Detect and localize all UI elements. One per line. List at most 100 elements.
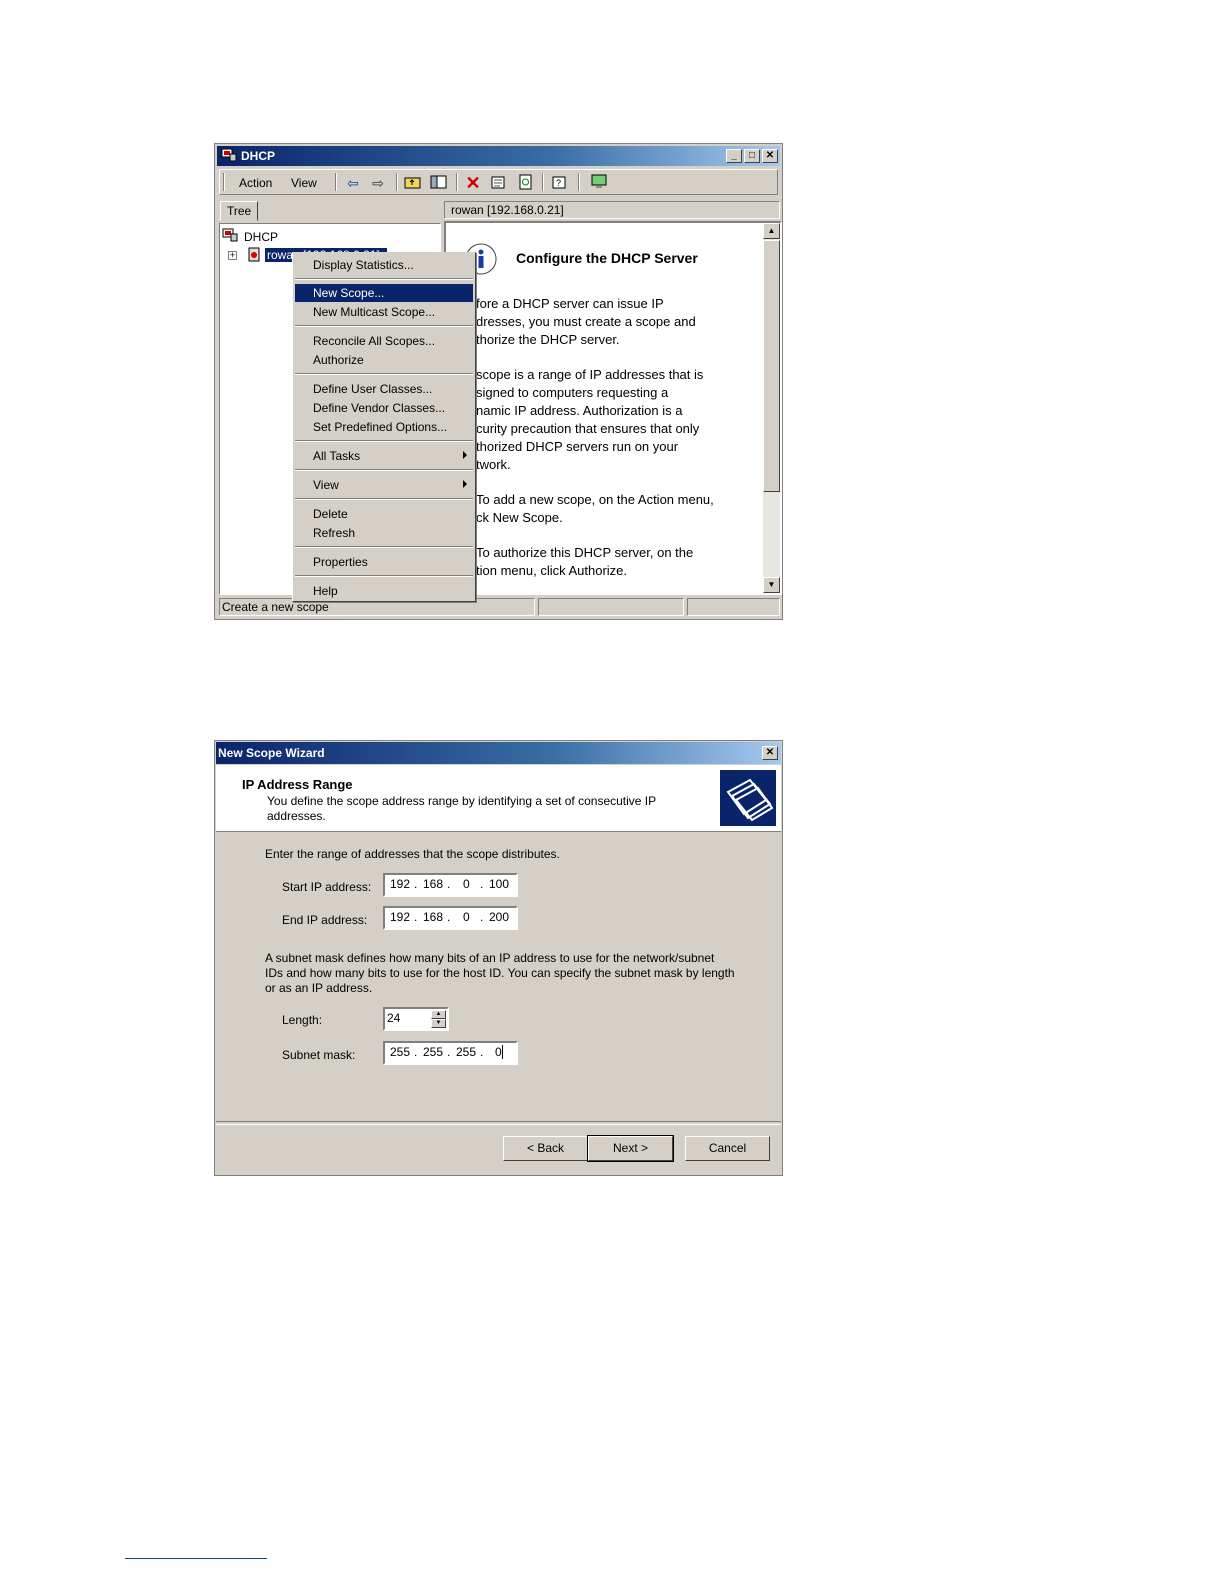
menu-action[interactable]: Action [239,176,272,190]
ip-dot: . [480,910,484,924]
dhcp-title-bar[interactable]: DHCP _ □ ✕ [217,146,780,166]
scroll-thumb[interactable] [763,240,780,492]
menu-separator [295,440,473,442]
dhcp-toolbar: Action View ⇦ ⇨ ✕ ? [219,169,778,195]
ip-octet: 100 [489,877,510,891]
subnet-mask-label: Subnet mask: [282,1048,356,1062]
start-ip-label: Start IP address: [282,880,372,894]
next-button[interactable]: Next > [587,1135,674,1162]
spin-up-icon[interactable]: ▲ [431,1010,446,1019]
start-ip-input[interactable]: 192 . 168 . 0 . 100 [383,873,518,897]
end-ip-input[interactable]: 192 . 168 . 0 . 200 [383,906,518,930]
menu-separator [295,325,473,327]
length-value: 24 [387,1011,401,1025]
subnet-mask-input[interactable]: 255 . 255 . 255 . 0 [383,1041,518,1065]
spin-down-icon[interactable]: ▼ [431,1019,446,1028]
close-button[interactable]: ✕ [762,149,778,163]
tree-tab[interactable]: Tree [220,201,258,221]
menu-item-view[interactable]: View [295,476,473,494]
show-hide-tree-icon[interactable] [430,174,448,192]
context-menu: Display Statistics... New Scope... New M… [292,252,476,602]
menu-item-all-tasks[interactable]: All Tasks [295,447,473,465]
wizard-subheading: You define the scope address range by id… [267,794,656,823]
menu-item-refresh[interactable]: Refresh [295,524,473,542]
info-paragraph: scope is a range of IP addresses that is… [476,367,704,472]
menu-item-delete[interactable]: Delete [295,505,473,523]
ip-dot: . [414,1045,418,1059]
up-folder-icon[interactable] [404,174,422,192]
menu-item-set-predefined-options[interactable]: Set Predefined Options... [295,418,473,436]
wizard-header: IP Address Range You define the scope ad… [216,765,781,832]
maximize-button[interactable]: □ [744,149,760,163]
cancel-button[interactable]: Cancel [685,1136,770,1161]
vertical-scrollbar[interactable]: ▲ ▼ [763,223,780,593]
scroll-up-icon[interactable]: ▲ [763,223,780,239]
help-icon[interactable]: ? [550,174,568,192]
back-arrow-icon[interactable]: ⇦ [344,174,362,192]
details-header: rowan [192.168.0.21] [444,201,780,219]
wizard-title-bar[interactable]: New Scope Wizard ✕ [216,742,781,764]
ip-dot: . [447,1045,451,1059]
menu-separator [295,373,473,375]
menu-item-label: View [313,478,339,492]
dhcp-app-icon [221,148,237,162]
menu-item-reconcile-all-scopes[interactable]: Reconcile All Scopes... [295,332,473,350]
menu-item-authorize[interactable]: Authorize [295,351,473,369]
wizard-title: New Scope Wizard [218,746,325,760]
menu-item-define-vendor-classes[interactable]: Define Vendor Classes... [295,399,473,417]
submenu-arrow-icon [463,451,467,459]
menu-separator [295,575,473,577]
menu-separator [295,546,473,548]
dhcp-window-title: DHCP [241,149,276,163]
menu-item-define-user-classes[interactable]: Define User Classes... [295,380,473,398]
svg-text:?: ? [556,178,561,188]
end-ip-label: End IP address: [282,913,368,927]
ip-dot: . [414,877,418,891]
close-button[interactable]: ✕ [762,746,778,760]
ip-dot: . [414,910,418,924]
expand-plus-icon[interactable]: + [228,251,237,260]
spin-control[interactable]: ▲ ▼ [431,1010,446,1028]
scroll-down-icon[interactable]: ▼ [763,577,780,593]
menu-item-help[interactable]: Help [295,582,473,600]
toolbar-separator [456,173,458,191]
menu-separator [295,278,473,280]
delete-icon[interactable]: ✕ [464,174,482,192]
toolbar-separator [542,173,544,191]
dhcp-root-icon [222,228,238,242]
menu-separator [295,498,473,500]
wizard-heading: IP Address Range [242,777,353,792]
monitor-icon[interactable] [590,174,608,192]
forward-arrow-icon[interactable]: ⇨ [369,174,387,192]
properties-icon[interactable] [490,174,508,192]
details-pane: Configure the DHCP Server fore a DHCP se… [444,221,782,595]
info-paragraph: To add a new scope, on the Action menu, … [476,492,714,525]
status-cell [687,598,780,616]
menu-item-properties[interactable]: Properties [295,553,473,571]
folders-icon [720,770,776,826]
ip-octet: 0 [463,910,470,924]
menu-item-new-scope[interactable]: New Scope... [295,284,473,302]
ip-octet: 168 [423,910,444,924]
footer-separator [216,1121,781,1125]
length-stepper[interactable]: 24 ▲ ▼ [383,1007,449,1031]
tree-root-dhcp[interactable]: DHCP [244,230,278,244]
ip-octet: 192 [390,910,411,924]
ip-octet: 168 [423,877,444,891]
ip-octet: 0 [495,1045,503,1059]
minimize-button[interactable]: _ [726,149,742,163]
ip-octet: 200 [489,910,510,924]
server-icon [248,247,260,262]
menu-item-new-multicast-scope[interactable]: New Multicast Scope... [295,303,473,321]
ip-octet: 192 [390,877,411,891]
range-intro-text: Enter the range of addresses that the sc… [265,847,560,861]
ip-octet: 0 [463,877,470,891]
new-scope-wizard-dialog: New Scope Wizard ✕ IP Address Range You … [214,740,783,1176]
menu-separator [295,469,473,471]
menu-view[interactable]: View [291,176,317,190]
ip-dot: . [447,910,451,924]
submenu-arrow-icon [463,480,467,488]
menu-item-display-statistics[interactable]: Display Statistics... [295,256,473,274]
refresh-icon[interactable] [517,174,535,192]
back-button[interactable]: < Back [503,1136,588,1161]
